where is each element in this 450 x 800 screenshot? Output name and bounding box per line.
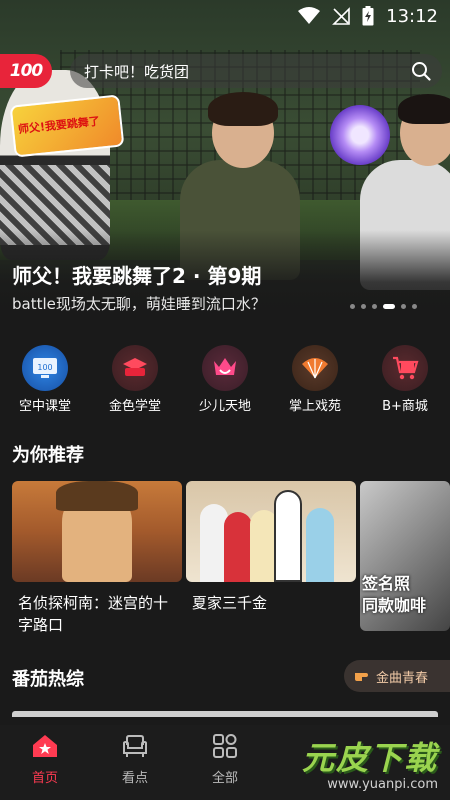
- search-input[interactable]: 打卡吧！吃货团: [84, 61, 404, 82]
- hero-title[interactable]: 师父！我要跳舞了2 · 第9期: [12, 260, 261, 289]
- category-label: 少儿天地: [198, 399, 251, 414]
- watermark-url: www.yuanpi.com: [327, 777, 438, 792]
- recommend-card-title: 夏家三千金: [192, 594, 268, 612]
- grid-icon: [211, 733, 239, 763]
- status-bar: 13:12: [0, 0, 450, 32]
- hero-figure-right-hair: [398, 94, 450, 124]
- tab-label: 首页: [31, 771, 58, 786]
- app-logo-badge[interactable]: 100: [0, 54, 52, 88]
- category-label: B+商城: [382, 399, 428, 414]
- category-kids-world[interactable]: 少儿天地: [182, 345, 268, 414]
- tab-all[interactable]: 全部: [180, 725, 270, 800]
- kids-world-icon: [202, 345, 248, 391]
- recommend-card-thumbnail: [12, 481, 182, 582]
- section-title-variety: 番茄热综: [12, 669, 84, 690]
- variety-card-preview[interactable]: [12, 711, 438, 717]
- carousel-dot: [350, 304, 355, 309]
- battery-charging-icon: [362, 6, 374, 26]
- recommend-card[interactable]: 名侦探柯南：迷宫的十字路口: [12, 481, 182, 641]
- tab-home[interactable]: 首页: [0, 725, 90, 800]
- tab-label: 看点: [121, 771, 148, 786]
- section-title-recommend: 为你推荐: [12, 445, 84, 466]
- watermark: 元皮下载 www.yuanpi.com: [268, 725, 450, 800]
- hero-subtitle: battle现场太无聊，萌娃睡到流口水？: [12, 295, 266, 313]
- app-logo-text: 100: [9, 61, 43, 81]
- sofa-icon: [121, 733, 149, 763]
- recommend-carousel[interactable]: 名侦探柯南：迷宫的十字路口 夏家三千金: [12, 481, 450, 641]
- no-signal-icon: [332, 7, 350, 25]
- pointing-hand-icon: [354, 667, 372, 686]
- tab-label: 全部: [211, 771, 238, 786]
- category-opera[interactable]: 掌上戏苑: [272, 345, 358, 414]
- search-icon[interactable]: [404, 54, 438, 88]
- carousel-dot: [412, 304, 417, 309]
- category-mall[interactable]: B+商城: [362, 345, 448, 414]
- hero-figure-center-hair: [208, 92, 278, 126]
- svg-text:100: 100: [37, 363, 52, 372]
- recommend-card[interactable]: [360, 481, 450, 641]
- recommend-card-title: 名侦探柯南：迷宫的十字路口: [18, 594, 169, 634]
- category-label: 空中课堂: [18, 399, 71, 414]
- category-air-classroom[interactable]: 100 空中课堂: [2, 345, 88, 414]
- recommend-card-thumbnail: [360, 481, 450, 631]
- opera-fan-icon: [292, 345, 338, 391]
- carousel-dot-active: [383, 304, 395, 309]
- variety-tag-label: 金曲青春: [376, 670, 429, 686]
- carousel-dot: [361, 304, 366, 309]
- recommend-card[interactable]: 夏家三千金: [186, 481, 356, 641]
- shopping-cart-icon: [382, 345, 428, 391]
- watermark-title: 元皮下载: [301, 739, 438, 777]
- tab-highlights[interactable]: 看点: [90, 725, 180, 800]
- air-classroom-icon: 100: [22, 345, 68, 391]
- category-label: 掌上戏苑: [288, 399, 341, 414]
- category-golden-school[interactable]: 金色学堂: [92, 345, 178, 414]
- carousel-dot: [401, 304, 406, 309]
- category-label: 金色学堂: [108, 399, 161, 414]
- search-bar[interactable]: 打卡吧！吃货团: [70, 54, 442, 88]
- home-icon: [31, 733, 59, 763]
- golden-school-icon: [112, 345, 158, 391]
- recommend-card-thumbnail: [186, 481, 356, 582]
- wifi-icon: [298, 7, 321, 25]
- hero-stage-light: [330, 105, 390, 165]
- carousel-indicator: [350, 304, 417, 309]
- carousel-dot: [372, 304, 377, 309]
- category-row: 100 空中课堂 金色学堂 少儿天地 掌上戏苑 B+商城: [0, 345, 450, 414]
- variety-tag-button[interactable]: 金曲青春: [344, 660, 450, 692]
- status-time: 13:12: [386, 5, 438, 27]
